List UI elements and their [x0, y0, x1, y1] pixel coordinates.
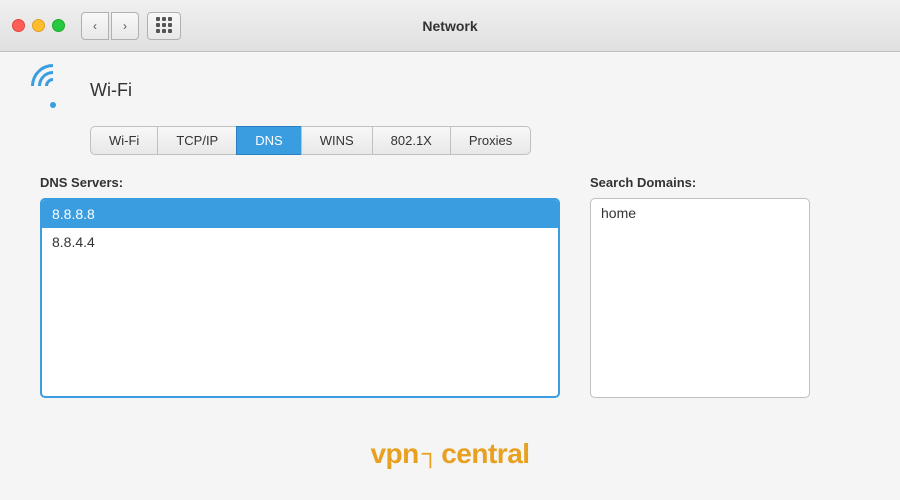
main-content: Wi-Fi Wi-Fi TCP/IP DNS WINS 802.1X Proxi…: [0, 52, 900, 500]
maximize-button[interactable]: [52, 19, 65, 32]
wifi-icon: [30, 72, 76, 108]
tab-wins[interactable]: WINS: [301, 126, 372, 155]
wifi-label: Wi-Fi: [90, 80, 132, 101]
tab-proxies[interactable]: Proxies: [450, 126, 531, 155]
tab-wifi[interactable]: Wi-Fi: [90, 126, 157, 155]
tabs-container: Wi-Fi TCP/IP DNS WINS 802.1X Proxies: [90, 126, 870, 155]
titlebar: ‹ › Network: [0, 0, 900, 52]
watermark: vpn ┐ central: [370, 438, 529, 470]
tab-tcpip[interactable]: TCP/IP: [157, 126, 236, 155]
dns-servers-label: DNS Servers:: [40, 175, 560, 190]
grid-icon: [156, 17, 173, 34]
dns-servers-list[interactable]: 8.8.8.8 8.8.4.4: [40, 198, 560, 398]
window-title: Network: [422, 18, 477, 34]
forward-icon: ›: [123, 19, 127, 33]
tab-8021x[interactable]: 802.1X: [372, 126, 450, 155]
watermark-vpn: vpn: [370, 438, 418, 470]
wifi-dot: [50, 102, 56, 108]
close-button[interactable]: [12, 19, 25, 32]
search-domains-label: Search Domains:: [590, 175, 870, 190]
search-domain-item[interactable]: home: [591, 199, 809, 227]
window-controls: [12, 19, 65, 32]
grid-button[interactable]: [147, 12, 181, 40]
wifi-header: Wi-Fi: [30, 72, 870, 108]
search-domains-list[interactable]: home: [590, 198, 810, 398]
minimize-button[interactable]: [32, 19, 45, 32]
fork-icon: ┐: [422, 440, 439, 468]
watermark-central: central: [441, 438, 529, 470]
dns-servers-section: DNS Servers: 8.8.8.8 8.8.4.4: [40, 175, 560, 398]
dns-server-item[interactable]: 8.8.8.8: [42, 200, 558, 228]
back-icon: ‹: [93, 19, 97, 33]
search-domains-section: Search Domains: home: [590, 175, 870, 398]
dns-server-item[interactable]: 8.8.4.4: [42, 228, 558, 256]
nav-buttons: ‹ ›: [81, 12, 139, 40]
back-button[interactable]: ‹: [81, 12, 109, 40]
dns-area: DNS Servers: 8.8.8.8 8.8.4.4 Search Doma…: [30, 175, 870, 398]
forward-button[interactable]: ›: [111, 12, 139, 40]
tab-dns[interactable]: DNS: [236, 126, 300, 155]
